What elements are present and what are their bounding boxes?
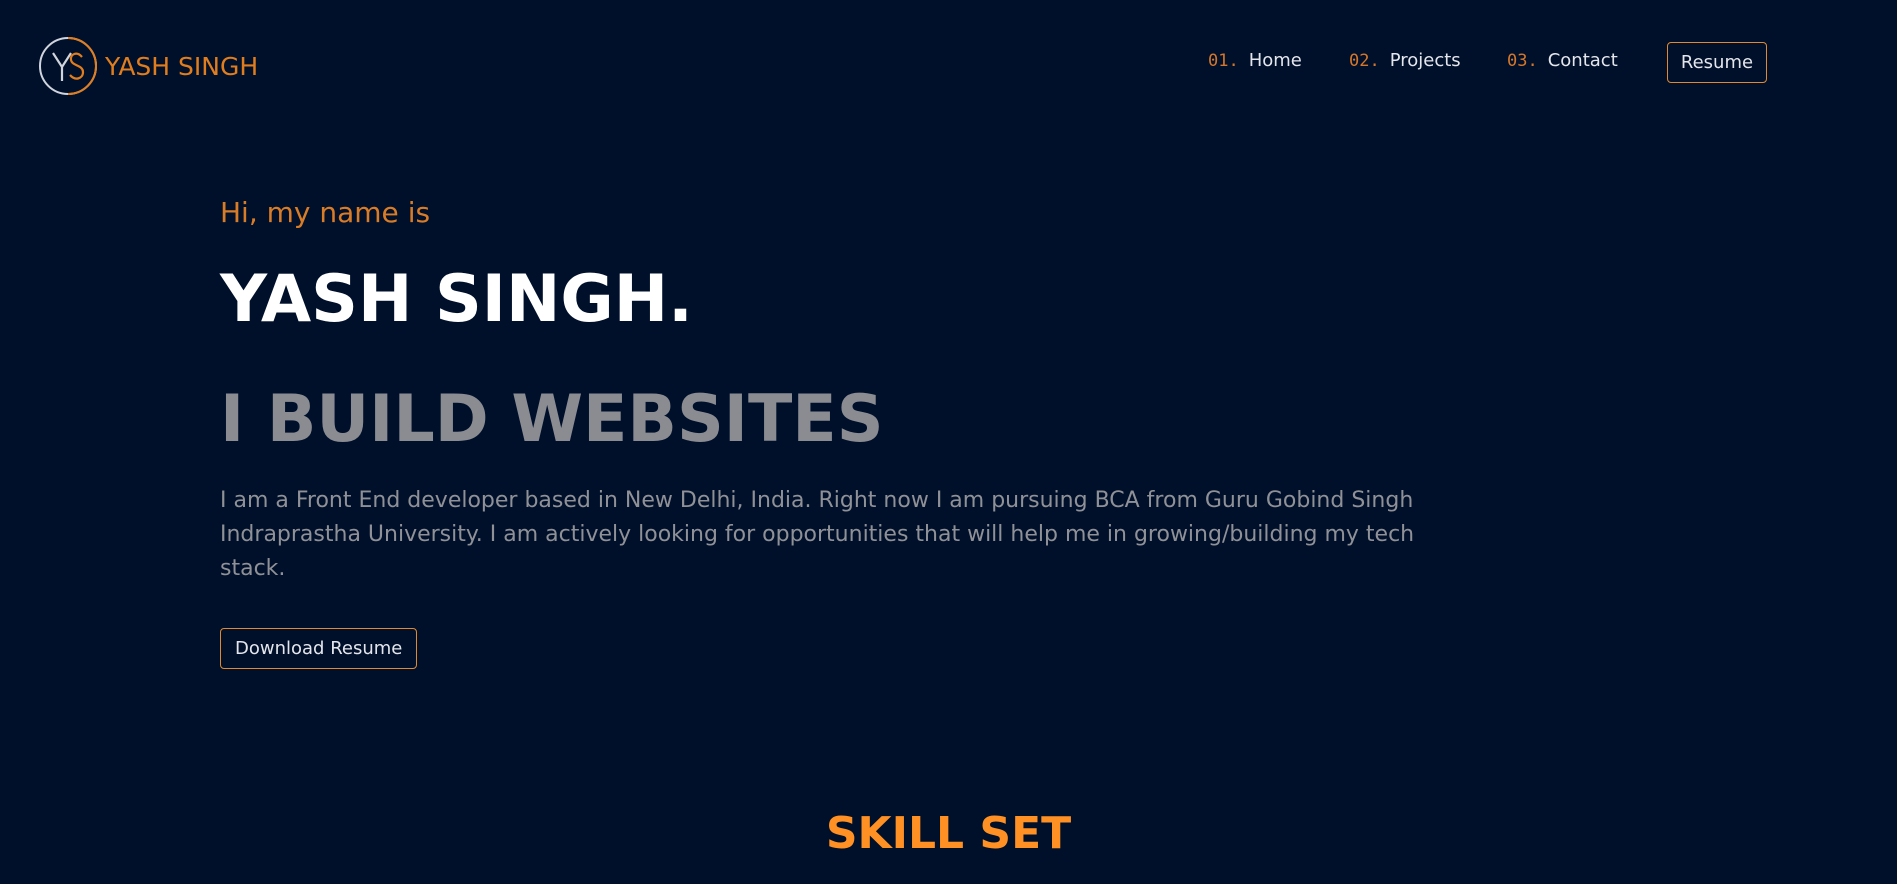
nav-item-projects[interactable]: 02. Projects bbox=[1349, 50, 1461, 71]
nav-item-home[interactable]: 01. Home bbox=[1208, 50, 1302, 71]
nav-label: Home bbox=[1248, 50, 1302, 71]
download-resume-button[interactable]: Download Resume bbox=[220, 628, 418, 669]
hero-bio: I am a Front End developer based in New … bbox=[220, 488, 1415, 581]
hero-greeting: Hi, my name is bbox=[220, 196, 431, 229]
hero-section: Hi, my name is YASH SINGH. I BUILD WEBSI… bbox=[220, 194, 1460, 669]
hero-tagline: I BUILD WEBSITES bbox=[220, 382, 884, 457]
nav-number: 03. bbox=[1507, 51, 1538, 71]
nav-label: Projects bbox=[1389, 50, 1461, 71]
nav-label: Contact bbox=[1547, 50, 1618, 71]
nav-item-contact[interactable]: 03. Contact bbox=[1507, 50, 1618, 71]
nav-number: 01. bbox=[1208, 51, 1239, 71]
hero-name: YASH SINGH. bbox=[220, 262, 693, 337]
resume-button[interactable]: Resume bbox=[1667, 42, 1767, 83]
skills-section-title: SKILL SET bbox=[825, 808, 1072, 859]
nav-number: 02. bbox=[1349, 51, 1380, 71]
logo-text: YASH SINGH bbox=[105, 51, 259, 81]
site-logo[interactable]: YASH SINGH bbox=[37, 35, 258, 97]
ys-monogram-icon bbox=[39, 37, 97, 95]
